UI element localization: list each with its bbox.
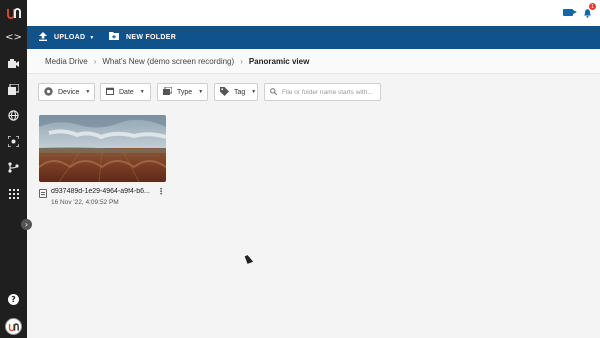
- chevron-down-icon: ▼: [139, 89, 145, 95]
- device-icon: [44, 86, 53, 98]
- upload-label: UPLOAD: [54, 34, 86, 41]
- breadcrumb: Media Drive › What's New (demo screen re…: [27, 49, 600, 74]
- tag-icon: [220, 86, 229, 98]
- breadcrumb-item-current: Panoramic view: [248, 56, 310, 66]
- tag-filter-label: Tag: [234, 88, 246, 96]
- chevron-down-icon: ▼: [198, 89, 204, 95]
- photos-icon[interactable]: [7, 83, 20, 96]
- left-rail: <> ?: [0, 0, 27, 338]
- type-filter-label: Type: [177, 88, 193, 96]
- avatar[interactable]: [5, 318, 22, 335]
- camera-icon[interactable]: [7, 57, 20, 70]
- more-options-icon[interactable]: ⋮: [157, 187, 165, 196]
- panorama-thumbnail[interactable]: [39, 115, 166, 182]
- search-input[interactable]: [282, 88, 375, 96]
- breadcrumb-separator-icon: ›: [240, 56, 243, 66]
- workflow-icon[interactable]: [7, 161, 20, 174]
- new-folder-label: NEW FOLDER: [126, 34, 177, 41]
- app-logo-icon[interactable]: [6, 6, 21, 20]
- new-folder-icon: [109, 32, 119, 43]
- calendar-icon: [106, 87, 114, 97]
- upload-icon: [39, 31, 47, 44]
- code-icon[interactable]: <>: [5, 31, 22, 44]
- help-icon[interactable]: ?: [8, 294, 19, 305]
- type-filter[interactable]: Type ▼: [157, 83, 208, 101]
- mouse-cursor-icon: [244, 254, 254, 264]
- apps-grid-icon[interactable]: [7, 187, 20, 200]
- new-folder-button[interactable]: NEW FOLDER: [109, 26, 176, 49]
- search-icon: [270, 87, 278, 97]
- media-type-icon: [163, 86, 173, 97]
- scan-icon[interactable]: [7, 135, 20, 148]
- search-box[interactable]: [264, 83, 381, 101]
- chevron-down-icon: ▼: [89, 34, 95, 41]
- upload-button[interactable]: UPLOAD ▼: [39, 26, 95, 49]
- file-meta: d937489d-1e29-4964-a9f4-b6... 16 Nov '22…: [39, 187, 166, 212]
- notification-count-badge: 1: [589, 3, 596, 10]
- panorama-file-icon: [39, 189, 47, 198]
- top-bar: 1: [27, 0, 600, 26]
- device-filter-label: Device: [58, 88, 80, 96]
- date-filter[interactable]: Date ▼: [100, 83, 151, 101]
- device-filter[interactable]: Device ▼: [38, 83, 95, 101]
- tag-filter[interactable]: Tag ▼: [214, 83, 258, 101]
- chevron-down-icon: ▼: [251, 89, 257, 95]
- action-bar: UPLOAD ▼ NEW FOLDER: [27, 26, 600, 49]
- breadcrumb-item-media-drive[interactable]: Media Drive: [45, 57, 88, 66]
- file-date: 16 Nov '22, 4:09:52 PM: [51, 199, 119, 206]
- globe-icon[interactable]: [7, 109, 20, 122]
- sidebar-expand-chevron-icon[interactable]: ›: [21, 219, 32, 230]
- date-filter-label: Date: [119, 88, 134, 96]
- breadcrumb-separator-icon: ›: [93, 56, 97, 66]
- video-call-icon[interactable]: [563, 9, 577, 16]
- breadcrumb-item-whats-new[interactable]: What's New (demo screen recording): [102, 57, 234, 66]
- file-card[interactable]: d937489d-1e29-4964-a9f4-b6... 16 Nov '22…: [39, 115, 166, 212]
- file-name[interactable]: d937489d-1e29-4964-a9f4-b6...: [51, 188, 155, 195]
- chevron-down-icon: ▼: [85, 89, 91, 95]
